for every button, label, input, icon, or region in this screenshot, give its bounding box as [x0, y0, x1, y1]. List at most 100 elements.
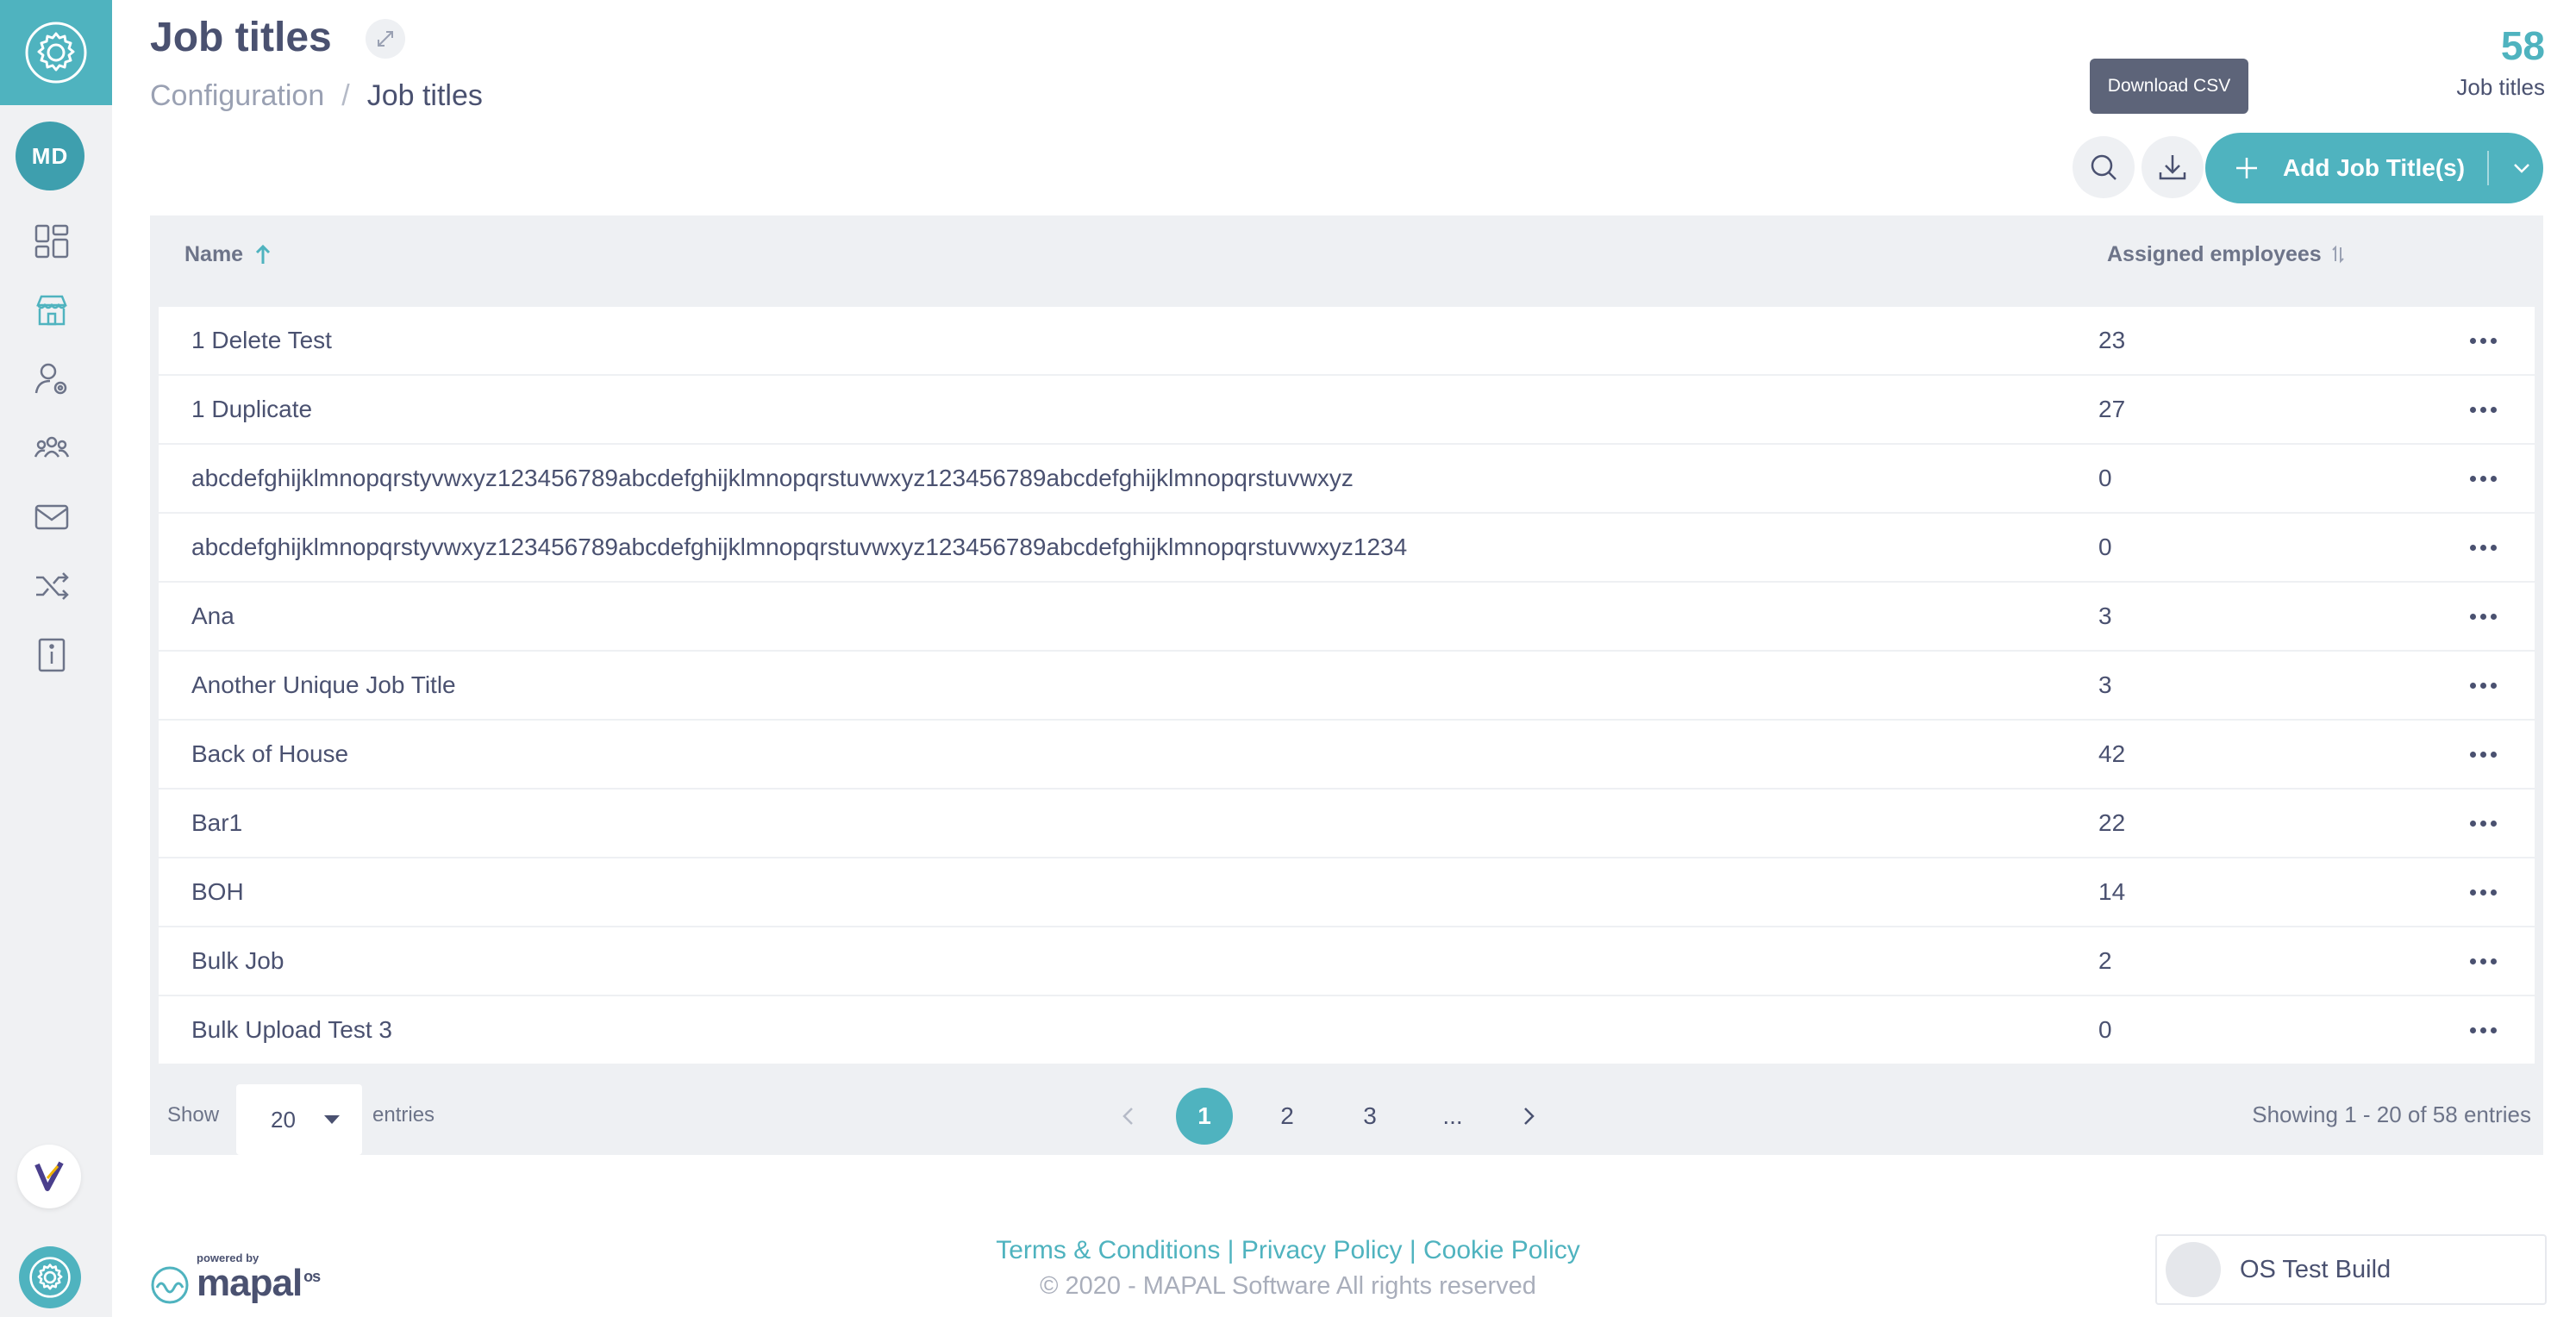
search-button[interactable] [2073, 136, 2135, 198]
table-row[interactable]: 1 Duplicate 27 [159, 376, 2535, 443]
page-button[interactable]: 1 [1176, 1088, 1233, 1145]
chevron-down-icon[interactable] [2506, 153, 2537, 184]
page-ellipsis[interactable]: ... [1424, 1088, 1481, 1145]
job-title-name: abcdefghijklmnopqrstyvwxyz123456789abcde… [191, 534, 1408, 560]
store-icon [36, 295, 67, 326]
page-button[interactable]: 2 [1259, 1088, 1316, 1145]
job-title-name: abcdefghijklmnopqrstyvwxyz123456789abcde… [191, 465, 1354, 491]
more-icon [2469, 958, 2497, 964]
terms-link[interactable]: Terms & Conditions [996, 1236, 1220, 1264]
row-menu-button[interactable] [2466, 401, 2500, 418]
show-label: Show [167, 1103, 220, 1127]
sort-asc-icon [256, 244, 271, 264]
table-row[interactable]: Bulk Job 2 [159, 927, 2535, 995]
job-title-name: 1 Duplicate [191, 396, 313, 422]
count-label: Job titles [2456, 74, 2545, 100]
job-title-name: Back of House [191, 740, 349, 767]
nav-team[interactable] [31, 428, 72, 469]
breadcrumb: Configuration / Job titles [150, 79, 483, 113]
more-icon [2469, 751, 2497, 758]
add-job-title-button[interactable]: Add Job Title(s) [2205, 133, 2543, 203]
next-page-button[interactable] [1507, 1088, 1550, 1145]
caret-down-icon [324, 1115, 340, 1124]
table-header: Name Assigned employees [150, 215, 2543, 293]
column-name-label: Name [184, 241, 244, 266]
mail-icon [34, 504, 69, 530]
table-row[interactable]: Another Unique Job Title 3 [159, 652, 2535, 719]
table-row[interactable]: Bulk Upload Test 3 0 [159, 996, 2535, 1064]
table-row[interactable]: Ana 3 [159, 583, 2535, 650]
download-csv-button[interactable] [2141, 136, 2204, 198]
table-row[interactable]: abcdefghijklmnopqrstyvwxyz123456789abcde… [159, 514, 2535, 581]
app-logo-button[interactable] [17, 1145, 81, 1208]
row-menu-button[interactable] [2466, 883, 2500, 901]
showing-entries-text: Showing 1 - 20 of 58 entries [2252, 1102, 2531, 1127]
page-button[interactable]: 3 [1341, 1088, 1398, 1145]
team-icon [34, 436, 70, 458]
assigned-count: 42 [2098, 740, 2126, 767]
nav-store[interactable] [31, 290, 72, 331]
shuffle-icon [36, 572, 69, 600]
add-button-divider [2487, 151, 2490, 185]
row-menu-button[interactable] [2466, 815, 2500, 832]
column-name-header[interactable]: Name [184, 242, 272, 267]
download-icon [2159, 155, 2186, 180]
user-settings-icon [34, 363, 67, 395]
footer-separator: | [1227, 1236, 1235, 1264]
row-menu-button[interactable] [2466, 746, 2500, 763]
cookie-link[interactable]: Cookie Policy [1423, 1236, 1580, 1264]
row-menu-button[interactable] [2466, 470, 2500, 487]
row-menu-button[interactable] [2466, 539, 2500, 556]
breadcrumb-current: Job titles [366, 79, 483, 112]
table-row[interactable]: Bar1 22 [159, 790, 2535, 857]
job-title-name: Bulk Upload Test 3 [191, 1016, 392, 1043]
job-title-name: Bar1 [191, 809, 243, 836]
more-icon [2469, 337, 2497, 344]
expand-button[interactable] [366, 19, 405, 59]
chevron-left-icon [1122, 1108, 1133, 1125]
privacy-link[interactable]: Privacy Policy [1241, 1236, 1403, 1264]
table-row[interactable]: 1 Delete Test 23 [159, 307, 2535, 374]
search-icon [2091, 154, 2116, 180]
more-icon [2469, 889, 2497, 896]
row-menu-button[interactable] [2466, 677, 2500, 694]
count-value: 58 [2500, 23, 2545, 68]
table-row[interactable]: BOH 14 [159, 858, 2535, 926]
row-menu-button[interactable] [2466, 332, 2500, 349]
table-row[interactable]: Back of House 42 [159, 721, 2535, 788]
table-body: 1 Delete Test 23 1 Duplicate 27 abcdefghijkl… [159, 307, 2535, 1065]
row-menu-button[interactable] [2466, 608, 2500, 625]
assigned-count: 0 [2098, 465, 2112, 491]
download-csv-tooltip: Download CSV [2090, 59, 2248, 114]
row-menu-button[interactable] [2466, 952, 2500, 970]
more-icon [2469, 1027, 2497, 1033]
more-icon [2469, 613, 2497, 620]
gear-icon [25, 22, 87, 84]
breadcrumb-configuration[interactable]: Configuration [150, 79, 324, 113]
column-assigned-header[interactable]: Assigned employees [2107, 242, 2346, 267]
assigned-count: 3 [2098, 671, 2112, 698]
entries-label: entries [372, 1103, 435, 1127]
table-row[interactable]: abcdefghijklmnopqrstyvwxyz123456789abcde… [159, 445, 2535, 512]
more-icon [2469, 475, 2497, 482]
dashboard-icon [34, 224, 69, 259]
assigned-count: 27 [2098, 396, 2126, 422]
nav-info[interactable] [31, 634, 72, 676]
nav-user-settings[interactable] [31, 359, 72, 400]
settings-home-button[interactable] [0, 0, 112, 105]
app-logo-icon [34, 1161, 64, 1191]
nav-dashboard[interactable] [31, 221, 72, 262]
nav-shuffle[interactable] [31, 565, 72, 607]
build-indicator[interactable]: OS Test Build [2155, 1234, 2547, 1305]
avatar[interactable]: MD [16, 122, 84, 190]
prev-page-button[interactable] [1107, 1088, 1150, 1145]
entries-value: 20 [271, 1106, 296, 1133]
more-icon [2469, 544, 2497, 551]
assigned-count: 14 [2098, 878, 2126, 905]
job-titles-table: Name Assigned employees 1 Delete Test 23 1… [150, 215, 2543, 1155]
assigned-count: 23 [2098, 327, 2126, 353]
assigned-count: 3 [2098, 602, 2112, 629]
entries-select[interactable]: 20 [236, 1084, 362, 1155]
nav-mail[interactable] [31, 496, 72, 538]
row-menu-button[interactable] [2466, 1021, 2500, 1039]
